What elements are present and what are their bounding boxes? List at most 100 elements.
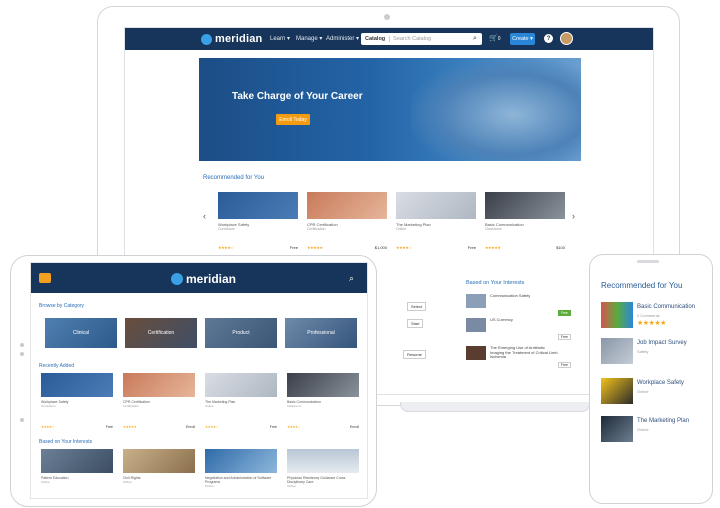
tablet-camera-icon: [20, 343, 24, 347]
course-thumbnail: [601, 338, 633, 364]
course-card[interactable]: The Marketing Plan Online ★★★★☆ Free: [205, 373, 277, 431]
course-image: [123, 373, 195, 397]
course-title: Negotiation and Administration of Softwa…: [205, 476, 272, 484]
list-item[interactable]: Job Impact Survey Safety: [601, 338, 706, 368]
course-card[interactable]: Negotiation and Administration of Softwa…: [205, 449, 277, 498]
course-price: Free: [105, 425, 113, 429]
search-icon[interactable]: ⌕: [349, 273, 354, 284]
select-button[interactable]: Select: [407, 302, 427, 311]
chevron-left-icon[interactable]: ‹: [203, 211, 206, 221]
course-card[interactable]: CPR Certification Certification ★★★★★ Enr…: [123, 373, 195, 431]
category-label: Product: [232, 330, 250, 336]
tablet-sensor-icon: [20, 352, 24, 356]
search-category[interactable]: Catalog: [361, 36, 391, 42]
course-image: [287, 373, 359, 397]
hero-title: Take Charge of Your Career: [232, 91, 363, 102]
list-item[interactable]: Basic Communication 0 Comments ★★★★★: [601, 302, 706, 332]
hero-banner: Take Charge of Your Career Enroll Today: [199, 58, 581, 161]
course-title: US Currency: [490, 317, 513, 322]
search-bar[interactable]: Catalog Search Catalog ⌕: [361, 33, 482, 45]
course-card[interactable]: Workplace Safety Curriculum ★★★★☆ Free: [218, 192, 298, 254]
category-tile[interactable]: Certification: [125, 318, 197, 348]
phone-title: Recommended for You: [601, 281, 683, 290]
enroll-button[interactable]: Enroll Today: [276, 114, 310, 125]
list-item[interactable]: Workplace Safety Online: [601, 378, 706, 408]
course-price: Enroll: [186, 425, 195, 429]
course-card[interactable]: Patient Education Online: [41, 449, 113, 498]
logo-icon: [171, 273, 183, 285]
nav-manage[interactable]: Manage ▾: [296, 35, 322, 42]
resume-button[interactable]: Resume: [403, 350, 426, 359]
star-rating: ★★★★★: [123, 425, 137, 429]
course-type: Online: [41, 480, 50, 484]
menu-icon[interactable]: [39, 273, 51, 283]
course-thumbnail: [601, 302, 633, 328]
section-title: Recently Added: [39, 363, 75, 369]
help-icon[interactable]: ?: [544, 34, 553, 43]
course-meta: 0 Comments: [637, 313, 660, 318]
course-card[interactable]: The Marketing Plan Online ★★★★☆ Free: [396, 192, 476, 254]
nav-administer[interactable]: Administer ▾: [326, 35, 359, 42]
cart-count: 0: [497, 36, 501, 42]
list-item[interactable]: US Currency Free: [466, 317, 571, 346]
course-thumbnail: [466, 318, 486, 332]
course-title: The Emerging Use of Antibiotic Imaging t…: [490, 345, 558, 360]
course-thumbnail: [601, 378, 633, 404]
course-meta: Online: [637, 427, 649, 432]
create-button[interactable]: Create ▾: [510, 33, 535, 45]
course-price: $1,000: [374, 245, 387, 250]
course-image: [307, 192, 387, 219]
course-type: Curriculum: [41, 404, 56, 408]
star-rating: ★★★★★: [307, 245, 323, 250]
search-icon[interactable]: ⌕: [473, 35, 482, 43]
hero-image: [411, 58, 581, 161]
price-badge: Free: [557, 362, 571, 368]
nav-learn[interactable]: Learn ▾: [270, 35, 290, 42]
course-image: [205, 449, 277, 473]
section-title: Recommended for You: [203, 175, 265, 181]
category-tile[interactable]: Clinical: [45, 318, 117, 348]
logo-icon: [201, 33, 212, 45]
brand-name: meridian: [186, 272, 237, 286]
course-thumbnail: [601, 416, 633, 442]
course-image: [123, 449, 195, 473]
brand-name: meridian: [215, 33, 263, 45]
course-price: Free: [269, 425, 277, 429]
start-button[interactable]: Start: [407, 319, 424, 328]
cart-icon[interactable]: 🛒0: [489, 34, 501, 42]
course-title: Workplace Safety: [637, 380, 684, 386]
category-tile[interactable]: Professional: [285, 318, 357, 348]
star-rating: ★★★★☆: [218, 245, 234, 250]
course-card[interactable]: Basic Communication Classroom ★★★★★ $100: [485, 192, 565, 254]
search-input[interactable]: Search Catalog: [390, 36, 473, 42]
course-image: [205, 373, 277, 397]
top-nav: meridian Learn ▾ Manage ▾ Administer ▾ C…: [125, 28, 653, 50]
course-card[interactable]: Physician Residency Guidance Cross Disci…: [287, 449, 359, 498]
price-badge: Free: [557, 334, 571, 340]
star-rating: ★★★★★: [485, 245, 501, 250]
section-title: Browse by Category: [39, 303, 85, 309]
list-item[interactable]: The Emerging Use of Antibiotic Imaging t…: [466, 345, 571, 374]
chevron-right-icon[interactable]: ›: [572, 211, 575, 221]
list-item[interactable]: The Marketing Plan Online: [601, 416, 706, 446]
star-rating: ★★★★☆: [41, 425, 55, 429]
course-type: Online: [287, 484, 296, 488]
course-type: Online: [396, 227, 407, 231]
course-title: Basic Communication: [637, 304, 696, 310]
course-card[interactable]: Workplace Safety Curriculum ★★★★☆ Free: [41, 373, 113, 431]
course-title: The Marketing Plan: [637, 418, 690, 424]
course-price: Enroll: [350, 425, 359, 429]
course-type: Online: [205, 404, 214, 408]
brand-logo[interactable]: meridian: [201, 33, 262, 45]
course-type: Classroom: [485, 227, 502, 231]
course-card[interactable]: Civil Rights Online: [123, 449, 195, 498]
brand-logo[interactable]: meridian: [171, 272, 236, 286]
category-label: Professional: [307, 330, 335, 336]
course-card[interactable]: Basic Communication Classroom ★★★★☆ Enrol…: [287, 373, 359, 431]
course-image: [287, 449, 359, 473]
course-card[interactable]: CPR Certification Certification ★★★★★ $1,…: [307, 192, 387, 254]
category-tile[interactable]: Product: [205, 318, 277, 348]
avatar[interactable]: [560, 32, 573, 45]
course-thumbnail: [466, 346, 486, 360]
section-title: Based on Your Interests: [39, 439, 93, 445]
